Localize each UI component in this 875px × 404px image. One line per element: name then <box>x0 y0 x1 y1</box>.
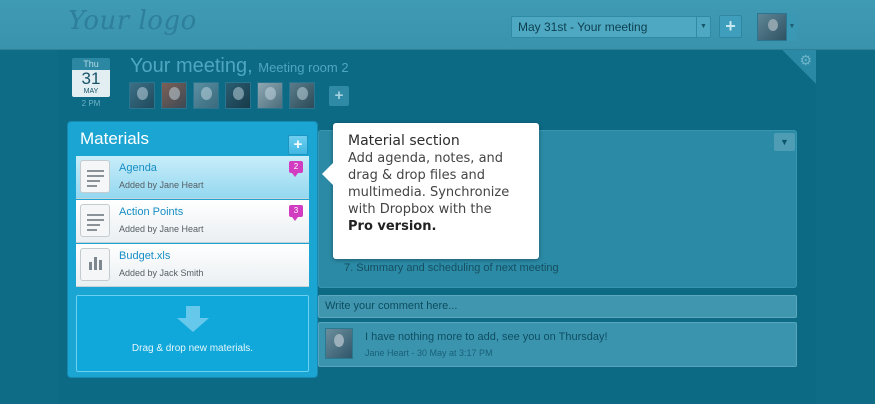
comment-text: I have nothing more to add, see you on T… <box>365 331 608 343</box>
tooltip-title: Material section <box>348 133 460 149</box>
chevron-down-icon: ▼ <box>696 17 710 37</box>
chevron-down-icon: ▼ <box>787 13 797 41</box>
document-icon <box>80 160 110 193</box>
tooltip-line: with Dropbox with the <box>348 202 492 217</box>
day-number: 31 <box>81 69 101 88</box>
material-item[interactable]: Agenda Added by Jane Heart 2 <box>76 156 309 199</box>
participant-avatar[interactable] <box>289 82 315 109</box>
avatar <box>757 13 787 41</box>
tooltip-line: multimedia. Synchronize <box>348 185 510 200</box>
meeting-selector[interactable]: May 31st - Your meeting ▼ <box>511 16 711 38</box>
date-box: 31 MAY <box>72 70 110 97</box>
bar-chart-icon <box>80 248 110 281</box>
participant-avatar[interactable] <box>129 82 155 109</box>
drop-zone-label: Drag & drop new materials. <box>131 343 254 354</box>
agenda-item: 7. Summary and scheduling of next meetin… <box>344 262 559 274</box>
participant-avatar[interactable] <box>257 82 283 109</box>
participant-avatar[interactable] <box>193 82 219 109</box>
material-section-tooltip: Material section Add agenda, notes, and … <box>322 123 539 259</box>
arrow-down-icon <box>177 306 209 332</box>
logo: Your logo <box>68 6 197 36</box>
drop-zone[interactable]: Drag & drop new materials. <box>76 295 309 372</box>
materials-title: Materials <box>80 129 149 148</box>
meeting-room: Meeting room 2 <box>258 60 349 75</box>
user-menu[interactable]: ▼ <box>757 13 797 41</box>
material-item[interactable]: Action Points Added by Jane Heart 3 <box>76 200 309 243</box>
material-name[interactable]: Action Points <box>119 206 183 218</box>
add-meeting-button[interactable]: + <box>719 15 742 38</box>
material-name[interactable]: Agenda <box>119 162 157 174</box>
material-meta: Added by Jane Heart <box>119 224 204 234</box>
page-title: Your meeting, Meeting room 2 <box>130 55 349 78</box>
add-material-button[interactable]: + <box>288 135 308 155</box>
gear-icon: ⚙ <box>799 52 812 68</box>
meeting-selector-value: May 31st - Your meeting <box>518 20 648 34</box>
document-icon <box>80 204 110 237</box>
comment-input[interactable]: Write your comment here... <box>318 295 797 318</box>
participant-avatar[interactable] <box>161 82 187 109</box>
meeting-name: Your meeting, <box>130 55 253 77</box>
month: MAY <box>83 88 99 95</box>
chevron-down-icon[interactable]: ▼ <box>774 133 795 151</box>
add-participant-button[interactable]: + <box>329 86 349 106</box>
material-item[interactable]: Budget.xls Added by Jack Smith <box>76 244 309 287</box>
top-bar: Your logo May 31st - Your meeting ▼ + ▼ <box>0 0 875 50</box>
avatar <box>325 328 353 359</box>
material-meta: Added by Jane Heart <box>119 180 204 190</box>
date-badge: Thu 31 MAY 2 PM <box>72 58 110 108</box>
participant-avatar[interactable] <box>225 82 251 109</box>
comment-count-badge: 2 <box>289 161 303 177</box>
tooltip-line: drag & drop files and <box>348 168 486 183</box>
material-meta: Added by Jack Smith <box>119 268 204 278</box>
comment-meta: Jane Heart - 30 May at 3:17 PM <box>365 348 493 358</box>
materials-panel: Materials + Agenda Added by Jane Heart 2… <box>68 122 317 377</box>
meeting-time: 2 PM <box>81 99 101 108</box>
comment-count-badge: 3 <box>289 205 303 221</box>
comment-item: I have nothing more to add, see you on T… <box>318 322 797 367</box>
tooltip-line: Add agenda, notes, and <box>348 151 504 166</box>
tooltip-highlight: Pro version. <box>348 219 437 234</box>
material-name[interactable]: Budget.xls <box>119 250 170 262</box>
settings-button[interactable]: ⚙ <box>782 50 816 84</box>
